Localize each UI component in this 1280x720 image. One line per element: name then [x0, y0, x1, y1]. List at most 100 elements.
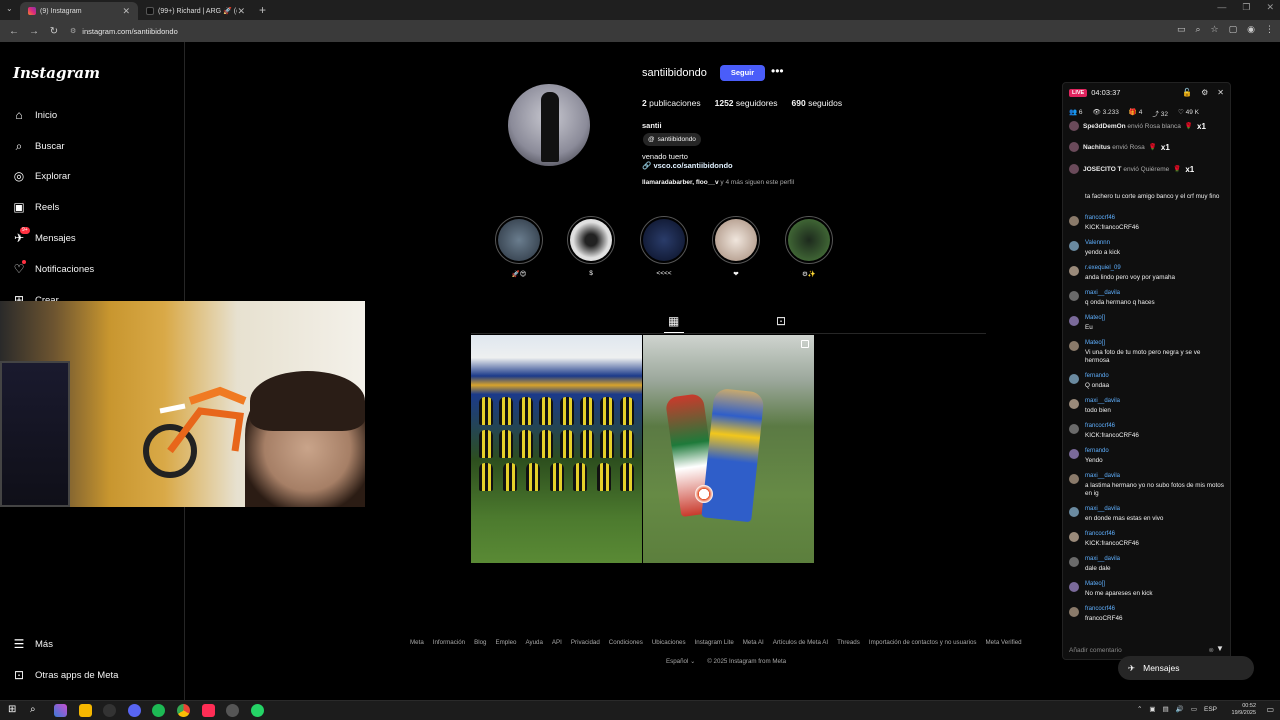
chat-username[interactable]: Mateo[]: [1085, 340, 1105, 346]
filter-icon[interactable]: ▼: [1216, 644, 1224, 653]
chrome-icon[interactable]: [177, 704, 190, 717]
highlight-1[interactable]: 🚀😍: [494, 216, 544, 278]
footer-link[interactable]: Artículos de Meta AI: [773, 639, 828, 646]
sidebar-item-mensajes[interactable]: ✈ 9+ Mensajes: [12, 227, 76, 245]
chat-username[interactable]: Mateo[]: [1085, 315, 1105, 321]
footer-link[interactable]: Importación de contactos y no usuarios: [869, 639, 977, 646]
app-icon[interactable]: [103, 704, 116, 717]
close-icon[interactable]: ✕: [1217, 88, 1224, 97]
notifications-icon[interactable]: ▭: [1266, 705, 1274, 714]
post-thumbnail-football-match[interactable]: [643, 335, 814, 563]
emoji-icon[interactable]: ⊗: [1209, 646, 1214, 654]
language-select[interactable]: Español ⌄: [666, 658, 695, 665]
forward-icon[interactable]: →: [28, 26, 40, 37]
footer-link[interactable]: Meta AI: [743, 639, 764, 646]
chevron-up-icon[interactable]: ⌃: [1137, 705, 1142, 713]
close-tab-icon[interactable]: ✕: [237, 6, 245, 17]
chat-username[interactable]: maxi__davila: [1085, 473, 1120, 479]
chat-username[interactable]: maxi__davila: [1085, 556, 1120, 562]
search-icon[interactable]: ⌕: [30, 704, 43, 717]
back-icon[interactable]: ←: [8, 26, 20, 37]
chat-username[interactable]: maxi__davila: [1085, 398, 1120, 404]
whatsapp-icon[interactable]: [251, 704, 264, 717]
chat-username[interactable]: Mateo[]: [1085, 581, 1105, 587]
sidebar-item-reels[interactable]: ▣ Reels: [12, 200, 59, 214]
footer-link[interactable]: Información: [433, 639, 465, 646]
discord-icon[interactable]: [128, 704, 141, 717]
footer-link[interactable]: API: [552, 639, 562, 646]
sidebar-item-notificaciones[interactable]: ♡ Notificaciones: [12, 260, 94, 276]
highlight-3[interactable]: <<<<: [639, 216, 689, 277]
more-options-icon[interactable]: •••: [771, 64, 784, 78]
footer-link[interactable]: Ubicaciones: [652, 639, 686, 646]
profile-link[interactable]: 🔗 vsco.co/santiibidondo: [642, 161, 733, 170]
app-tray-icon[interactable]: ▣: [1149, 705, 1155, 713]
chat-username[interactable]: francocrf46: [1085, 606, 1115, 612]
close-tab-icon[interactable]: ✕: [122, 6, 130, 17]
battery-icon[interactable]: ▭: [1191, 705, 1197, 713]
start-icon[interactable]: ⊞: [8, 704, 21, 717]
profile-avatar[interactable]: [508, 84, 590, 166]
sidebar-item-inicio[interactable]: ⌂ Inicio: [12, 108, 57, 122]
followed-by[interactable]: llamaradabarber, floo__v y 4 más siguen …: [642, 179, 794, 186]
tab-search-icon[interactable]: ⌄: [6, 4, 13, 13]
chat-username[interactable]: maxi__davila: [1085, 290, 1120, 296]
footer-link[interactable]: Instagram Lite: [695, 639, 734, 646]
chat-username[interactable]: francocrf46: [1085, 423, 1115, 429]
app-icon[interactable]: [226, 704, 239, 717]
profile-icon[interactable]: ◉: [1247, 24, 1255, 35]
followers-stat[interactable]: 1252 seguidores: [715, 98, 778, 108]
threads-badge[interactable]: @ santiibidondo: [643, 133, 701, 146]
browser-tab-instagram[interactable]: (9) Instagram ✕: [20, 2, 138, 20]
following-stat[interactable]: 690 seguidos: [792, 98, 843, 108]
network-icon[interactable]: ▤: [1163, 705, 1169, 713]
close-window-icon[interactable]: ✕: [1266, 2, 1274, 13]
chat-username[interactable]: r.exequiel_09: [1085, 265, 1121, 271]
footer-link[interactable]: Condiciones: [609, 639, 643, 646]
chat-username[interactable]: francocrf46: [1085, 531, 1115, 537]
system-clock[interactable]: 00:52 19/9/2025: [1232, 703, 1256, 717]
new-tab-icon[interactable]: +: [259, 3, 266, 17]
language-indicator[interactable]: ESP: [1204, 706, 1217, 713]
site-info-icon[interactable]: ⚙: [70, 27, 76, 35]
chat-username[interactable]: Valennnn: [1085, 240, 1110, 246]
minimize-icon[interactable]: —: [1217, 2, 1226, 13]
footer-link[interactable]: Blog: [474, 639, 486, 646]
footer-link[interactable]: Ayuda: [525, 639, 542, 646]
footer-link[interactable]: Threads: [837, 639, 860, 646]
settings-gear-icon[interactable]: ⚙: [1201, 88, 1208, 97]
volume-icon[interactable]: 🔊: [1176, 705, 1184, 713]
post-thumbnail-team-photo[interactable]: [471, 335, 642, 563]
chat-username[interactable]: maxi__davila: [1085, 506, 1120, 512]
sidebar-item-buscar[interactable]: ⌕ Buscar: [12, 139, 65, 153]
file-explorer-icon[interactable]: [79, 704, 92, 717]
highlight-2[interactable]: $: [566, 216, 616, 277]
footer-link[interactable]: Privacidad: [571, 639, 600, 646]
url-field[interactable]: ⚙ instagram.com/santiibidondo: [70, 27, 178, 36]
extensions-icon[interactable]: ▢: [1229, 24, 1238, 35]
highlight-4[interactable]: ❤: [711, 216, 761, 278]
bookmark-star-icon[interactable]: ☆: [1211, 24, 1219, 35]
sidebar-item-mas[interactable]: ☰ Más: [12, 637, 53, 651]
tab-posts-grid-icon[interactable]: ▦: [663, 314, 685, 333]
follow-button[interactable]: Seguir: [720, 65, 765, 81]
chat-username[interactable]: francocrf46: [1085, 215, 1115, 221]
tab-tagged-icon[interactable]: ⊡: [776, 314, 786, 328]
cast-icon[interactable]: ▭: [1177, 24, 1186, 35]
chat-username[interactable]: fernando: [1085, 448, 1109, 454]
sidebar-item-otras-apps[interactable]: ⊡ Otras apps de Meta: [12, 668, 118, 682]
reload-icon[interactable]: ↻: [48, 26, 60, 37]
chat-username[interactable]: fernando: [1085, 373, 1109, 379]
comment-input[interactable]: Añadir comentario ⊗: [1069, 643, 1214, 657]
browser-tab-tiktok[interactable]: (99+) Richard | ARG 🚀 (@rgiao... ✕: [138, 2, 253, 20]
sidebar-item-explorar[interactable]: ◎ Explorar: [12, 169, 71, 183]
footer-link[interactable]: Meta: [410, 639, 424, 646]
maximize-icon[interactable]: ❐: [1242, 2, 1250, 13]
menu-kebab-icon[interactable]: ⋮: [1265, 24, 1274, 35]
zoom-icon[interactable]: ⌕: [1196, 24, 1201, 35]
tiktok-live-icon[interactable]: [202, 704, 215, 717]
spotify-icon[interactable]: [152, 704, 165, 717]
messages-floating-button[interactable]: ✈ Mensajes: [1118, 656, 1254, 680]
copilot-icon[interactable]: [54, 704, 67, 717]
footer-link[interactable]: Empleo: [495, 639, 516, 646]
